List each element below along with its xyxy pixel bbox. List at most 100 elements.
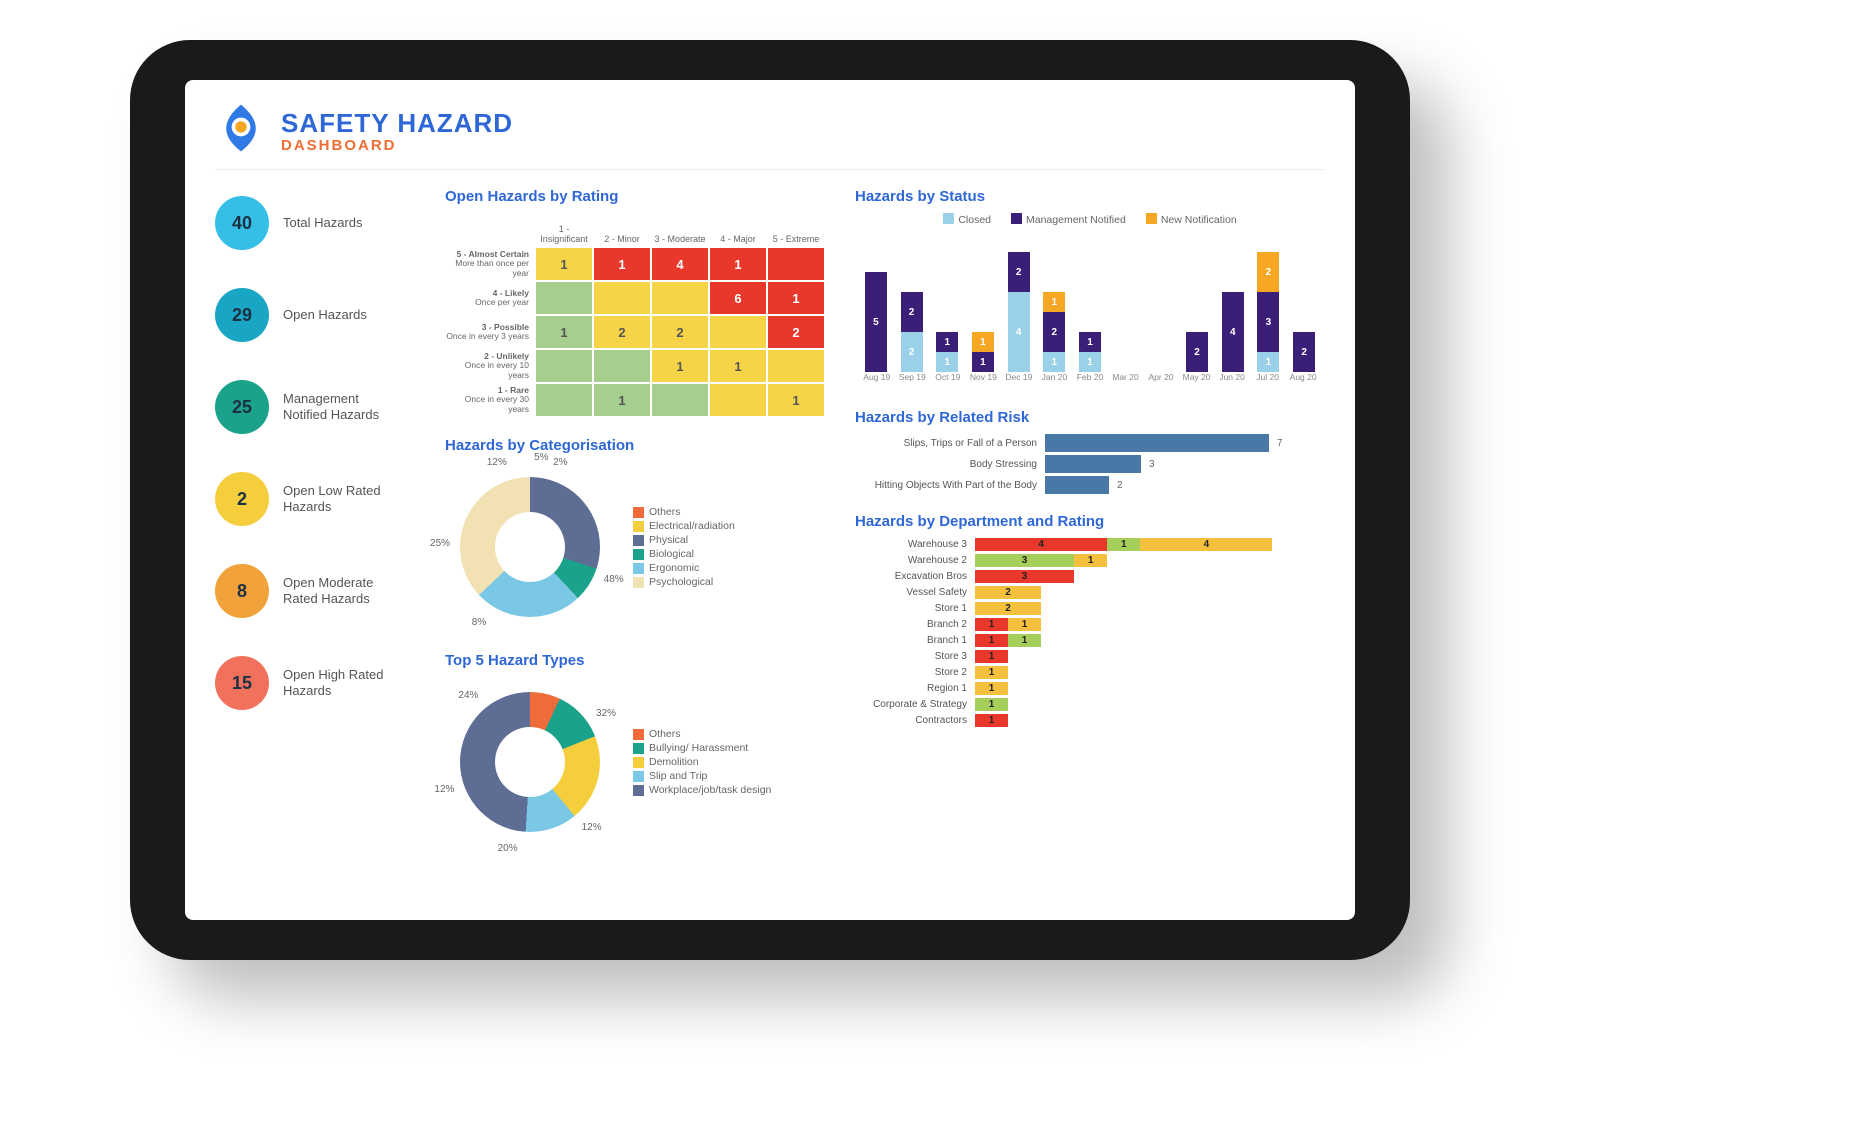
legend-item: Biological [633,547,735,561]
matrix-cell[interactable]: 2 [767,315,825,349]
matrix-cell[interactable]: 1 [767,281,825,315]
status-section: Hazards by Status Closed Management Notif… [855,182,1325,393]
section-title-top5: Top 5 Hazard Types [445,652,825,669]
matrix-cell[interactable]: 2 [593,315,651,349]
page-subtitle: DASHBOARD [281,137,513,154]
dept-bar-row[interactable]: Corporate & Strategy1 [855,698,1325,711]
matrix-cell[interactable] [535,349,593,383]
status-column[interactable]: 4 [1216,292,1250,372]
matrix-cell[interactable] [593,281,651,315]
matrix-cell[interactable]: 1 [593,247,651,281]
categorisation-donut[interactable]: 5%2%48%8%25%12% [445,462,615,632]
donut-slice-label: 12% [582,822,602,833]
dept-bar-row[interactable]: Store 12 [855,602,1325,615]
donut-slice-label: 48% [604,574,624,585]
status-column[interactable]: 132 [1252,252,1286,372]
kpi-label: Open Low Rated Hazards [283,483,403,514]
matrix-cell[interactable] [535,281,593,315]
dept-bar-row[interactable]: Excavation Bros3 [855,570,1325,583]
legend-item: Management Notified [1011,213,1126,226]
matrix-cell[interactable] [651,383,709,417]
dept-bar-row[interactable]: Vessel Safety2 [855,586,1325,599]
matrix-cell[interactable] [593,349,651,383]
status-column[interactable]: 11 [1073,332,1107,372]
dept-barchart[interactable]: Warehouse 3414 Warehouse 231 Excavation Br… [855,538,1325,727]
top5-donut[interactable]: 32%12%20%12%24% [445,677,615,847]
matrix-cell[interactable] [767,349,825,383]
x-axis-label: Jan 20 [1037,372,1073,382]
status-column[interactable]: 121 [1037,292,1071,372]
matrix-cell[interactable]: 1 [651,349,709,383]
status-chart[interactable]: ClosedManagement NotifiedNew Notificatio… [855,213,1325,393]
matrix-cell[interactable]: 6 [709,281,767,315]
matrix-cell[interactable]: 4 [651,247,709,281]
kpi-high[interactable]: 15 Open High Rated Hazards [215,656,415,710]
risk-barchart[interactable]: Slips, Trips or Fall of a Person 7 Body S… [855,434,1325,494]
matrix-cell[interactable]: 1 [709,349,767,383]
status-column[interactable]: 22 [895,292,929,372]
risk-bar-row[interactable]: Slips, Trips or Fall of a Person 7 [855,434,1325,452]
dept-bar-row[interactable]: Store 21 [855,666,1325,679]
legend-item: Electrical/radiation [633,519,735,533]
donut-slice-label: 12% [487,457,507,468]
kpi-total[interactable]: 40 Total Hazards [215,196,415,250]
right-column: Hazards by Status Closed Management Notif… [855,182,1325,908]
donut-slice-label: 20% [498,843,518,854]
matrix-section: Open Hazards by Rating 1 - Insignificant… [445,182,825,417]
categorisation-legend: OthersElectrical/radiationPhysicalBiolog… [633,505,735,589]
section-title-status: Hazards by Status [855,188,1325,205]
kpi-value: 40 [215,196,269,250]
kpi-open[interactable]: 29 Open Hazards [215,288,415,342]
dept-bar-row[interactable]: Branch 211 [855,618,1325,631]
donut-slice-label: 8% [472,617,486,628]
dept-bar-row[interactable]: Contractors1 [855,714,1325,727]
risk-bar-row[interactable]: Body Stressing 3 [855,455,1325,473]
dept-segment: 1 [1074,554,1107,567]
status-segment: 2 [1008,252,1030,292]
kpi-notified[interactable]: 25 Management Notified Hazards [215,380,415,434]
dept-bar-row[interactable]: Branch 111 [855,634,1325,647]
status-column[interactable]: 11 [966,332,1000,372]
matrix-cell[interactable] [535,383,593,417]
dept-segment: 2 [975,602,1041,615]
dept-segment: 1 [975,714,1008,727]
dept-bar-row[interactable]: Region 11 [855,682,1325,695]
status-column[interactable]: 2 [1287,332,1321,372]
top5-section: Top 5 Hazard Types 32%12%20%12%24% Other… [445,646,825,847]
matrix-cell[interactable] [767,247,825,281]
matrix-cell[interactable]: 1 [535,247,593,281]
kpi-low[interactable]: 2 Open Low Rated Hazards [215,472,415,526]
dept-segment: 4 [975,538,1107,551]
status-column[interactable]: 5 [859,272,893,372]
matrix-cell[interactable] [651,281,709,315]
kpi-moderate[interactable]: 8 Open Moderate Rated Hazards [215,564,415,618]
matrix-cell[interactable] [709,315,767,349]
dept-bar-row[interactable]: Warehouse 3414 [855,538,1325,551]
matrix-col-header: 4 - Major [709,213,767,247]
dashboard-header: SAFETY HAZARD DASHBOARD [215,102,1325,170]
dept-segment: 1 [975,618,1008,631]
status-column[interactable]: 2 [1180,332,1214,372]
matrix-cell[interactable]: 1 [535,315,593,349]
kpi-label: Open Moderate Rated Hazards [283,575,403,606]
status-segment: 4 [1008,292,1030,372]
matrix-cell[interactable] [709,383,767,417]
status-column[interactable]: 11 [930,332,964,372]
risk-matrix[interactable]: 1 - Insignificant2 - Minor3 - Moderate4 … [445,213,825,417]
matrix-cell[interactable]: 2 [651,315,709,349]
legend-item: Closed [943,213,991,226]
matrix-cell[interactable]: 1 [767,383,825,417]
status-segment: 4 [1222,292,1244,372]
section-title-matrix: Open Hazards by Rating [445,188,825,205]
matrix-cell[interactable]: 1 [593,383,651,417]
status-segment: 2 [901,332,923,372]
dept-segment: 1 [1107,538,1140,551]
legend-item: Slip and Trip [633,769,771,783]
kpi-label: Management Notified Hazards [283,391,403,422]
dept-bar-row[interactable]: Store 31 [855,650,1325,663]
status-column[interactable]: 42 [1002,252,1036,372]
matrix-cell[interactable]: 1 [709,247,767,281]
risk-bar-row[interactable]: Hitting Objects With Part of the Body 2 [855,476,1325,494]
dept-bar-row[interactable]: Warehouse 231 [855,554,1325,567]
donut-slice-label: 24% [458,690,478,701]
